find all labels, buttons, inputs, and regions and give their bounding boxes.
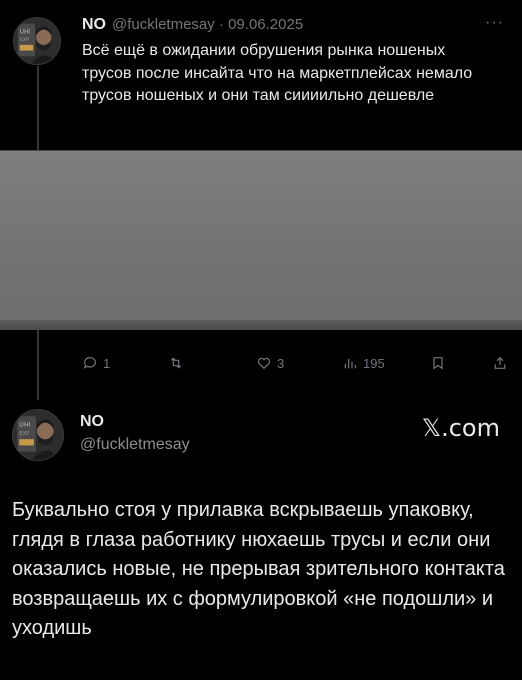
author-handle[interactable]: @fuckletmesay	[80, 436, 190, 454]
media-shadow-band	[0, 320, 522, 330]
svg-text:UHI: UHI	[20, 29, 31, 35]
like-button[interactable]: 3	[256, 355, 284, 371]
avatar-image: UHI EXP	[13, 410, 63, 460]
svg-text:EXP: EXP	[20, 37, 29, 43]
tweet-screenshot: UHI EXP NO @fuckletmesay · 09.06.2025 ··…	[0, 0, 522, 680]
tweet-media-image[interactable]	[0, 150, 522, 330]
share-icon	[494, 356, 506, 369]
views-button[interactable]: 195	[342, 355, 385, 371]
heart-icon	[257, 357, 271, 370]
views-count: 195	[363, 355, 385, 371]
retweet-button[interactable]	[168, 355, 189, 371]
share-button[interactable]	[492, 355, 508, 371]
avatar[interactable]: UHI EXP	[12, 409, 64, 461]
bookmark-icon	[433, 357, 443, 370]
retweet-icon	[170, 357, 182, 369]
reply-count: 1	[103, 355, 111, 371]
author-name[interactable]: NO	[82, 16, 106, 34]
tweet-text: Всё ещё в ожидании обрушения рынка ношен…	[82, 42, 473, 104]
avatar-image: UHI EXP	[14, 18, 60, 64]
more-dots-icon[interactable]: ···	[485, 14, 504, 32]
x-com-brand: 𝕏.com	[421, 414, 500, 442]
tweet-header: NO @fuckletmesay · 09.06.2025	[82, 16, 303, 36]
reply-button[interactable]: 1	[82, 355, 110, 371]
author-handle-date[interactable]: @fuckletmesay · 09.06.2025	[112, 16, 303, 33]
bookmark-button[interactable]	[430, 355, 446, 371]
views-bar-icon	[344, 359, 356, 369]
avatar[interactable]: UHI EXP	[13, 17, 61, 65]
like-count: 3	[277, 355, 285, 371]
author-name[interactable]: NO	[80, 413, 104, 431]
svg-text:EXP: EXP	[19, 431, 29, 437]
tweet-text: Буквально стоя у прилавка вскрываешь упа…	[12, 499, 505, 639]
svg-text:UHI: UHI	[19, 422, 30, 429]
reply-icon	[83, 357, 96, 369]
tweet-actions: 1 3 195	[82, 355, 510, 375]
